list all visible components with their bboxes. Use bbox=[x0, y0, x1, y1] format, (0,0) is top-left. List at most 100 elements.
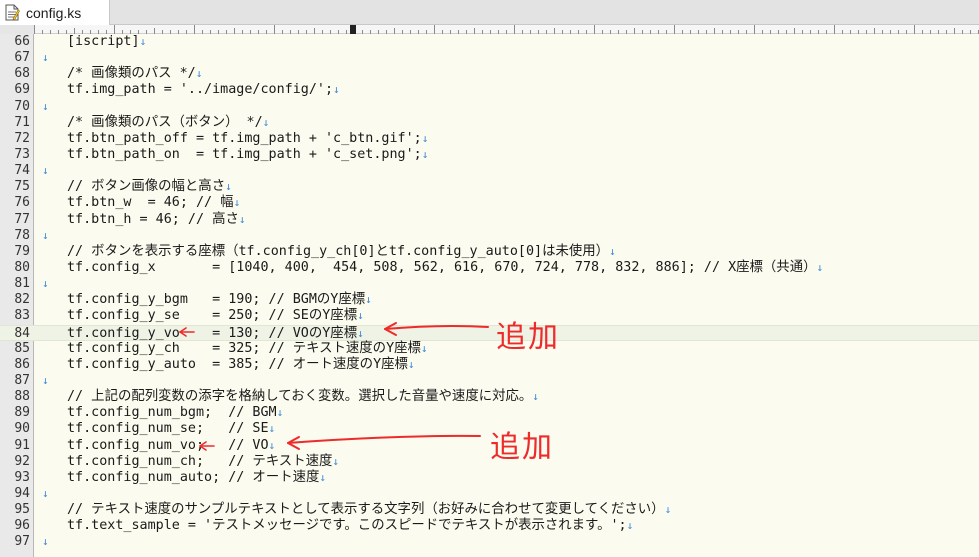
code-text[interactable]: tf.btn_w = 46; // 幅↓ bbox=[42, 195, 240, 211]
editor-area[interactable]: 66 [iscript]↓ 67 ↓ 68/* 画像類のパス */↓ 69 tf.img_p… bbox=[0, 34, 979, 557]
code-line[interactable]: 70 ↓ bbox=[0, 99, 979, 115]
code-text[interactable]: ↓ bbox=[42, 228, 49, 244]
code-line[interactable]: 76 tf.btn_w = 46; // 幅↓ bbox=[0, 195, 979, 211]
code-line[interactable]: 89 tf.config_num_bgm; // BGM↓ bbox=[0, 405, 979, 421]
code-text[interactable]: [iscript]↓ bbox=[42, 34, 146, 50]
code-text[interactable]: tf.btn_h = 46; // 高さ↓ bbox=[42, 212, 246, 228]
code-line[interactable]: 69 tf.img_path = '../image/config/';↓ bbox=[0, 82, 979, 98]
code-text[interactable]: tf.config_y_vo = 130; // VOのY座標↓ bbox=[42, 326, 364, 342]
code-line[interactable]: 81 ↓ bbox=[0, 276, 979, 292]
code-content: tf.config_y_vo = 130; // VOのY座標 bbox=[67, 325, 358, 341]
code-content: // ボタンを表示する座標（tf.config_y_ch[0]とtf.confi… bbox=[67, 243, 610, 259]
code-text[interactable]: // 上記の配列変数の添字を格納しておく変数。選択した音量や速度に対応。↓ bbox=[42, 389, 539, 405]
line-break-icon: ↓ bbox=[357, 309, 364, 323]
code-text[interactable]: tf.config_y_se = 250; // SEのY座標↓ bbox=[42, 308, 364, 324]
code-content: // テキスト速度のサンプルテキストとして表示する文字列（お好みに合わせて変更し… bbox=[67, 502, 665, 518]
code-line[interactable]: 67 ↓ bbox=[0, 50, 979, 66]
line-number: 95 bbox=[14, 502, 30, 518]
code-text[interactable]: ↓ bbox=[42, 276, 49, 292]
code-content: tf.config_num_auto; // オート速度 bbox=[67, 469, 320, 485]
annotation-added-1: 追加 bbox=[496, 320, 560, 355]
tab-config-ks[interactable]: config.ks bbox=[0, 0, 110, 25]
annotation-added-2: 追加 bbox=[490, 430, 554, 465]
code-line[interactable]: 96 tf.text_sample = 'テストメッセージです。このスピードでテキ… bbox=[0, 518, 979, 534]
code-line[interactable]: 74 ↓ bbox=[0, 163, 979, 179]
code-content: tf.config_num_ch; // テキスト速度 bbox=[67, 453, 333, 469]
code-content: tf.btn_h = 46; // 高さ bbox=[67, 211, 239, 227]
line-break-icon: ↓ bbox=[42, 277, 49, 291]
text-file-icon bbox=[4, 4, 20, 21]
code-text[interactable]: tf.btn_path_off = tf.img_path + 'c_btn.g… bbox=[42, 131, 428, 147]
code-line[interactable]: 79 // ボタンを表示する座標（tf.config_y_ch[0]とtf.con… bbox=[0, 244, 979, 260]
code-content: tf.btn_path_off = tf.img_path + 'c_btn.g… bbox=[67, 130, 422, 146]
code-text[interactable]: ↓ bbox=[42, 373, 49, 389]
code-line[interactable]: 75 // ボタン画像の幅と高さ↓ bbox=[0, 179, 979, 195]
code-line[interactable]: 77 tf.btn_h = 46; // 高さ↓ bbox=[0, 212, 979, 228]
code-content: /* 画像類のパス */ bbox=[67, 66, 196, 82]
line-break-icon: ↓ bbox=[42, 51, 49, 65]
code-line[interactable]: 84 tf.config_y_vo = 130; // VOのY座標↓ bbox=[0, 324, 979, 342]
code-line[interactable]: 73 tf.btn_path_on = tf.img_path + 'c_set.… bbox=[0, 147, 979, 163]
line-number: 78 bbox=[14, 227, 30, 243]
code-text[interactable]: // ボタンを表示する座標（tf.config_y_ch[0]とtf.confi… bbox=[42, 244, 616, 260]
code-text[interactable]: /* 画像類のパス */↓ bbox=[42, 66, 202, 82]
code-text[interactable]: tf.config_num_bgm; // BGM↓ bbox=[42, 405, 283, 421]
line-number: 91 bbox=[14, 437, 30, 453]
line-break-icon: ↓ bbox=[268, 422, 276, 436]
line-break-icon: ↓ bbox=[268, 438, 276, 452]
line-break-icon: ↓ bbox=[664, 503, 672, 517]
code-text[interactable]: tf.config_num_ch; // テキスト速度↓ bbox=[42, 454, 339, 470]
code-text[interactable]: ↓ bbox=[42, 486, 49, 502]
line-break-icon: ↓ bbox=[42, 486, 49, 500]
code-line[interactable]: 95 // テキスト速度のサンプルテキストとして表示する文字列（お好みに合わせて変… bbox=[0, 502, 979, 518]
code-content: tf.config_num_se; // SE bbox=[67, 421, 269, 437]
code-line[interactable]: 86 tf.config_y_auto = 385; // オート速度のY座標↓ bbox=[0, 357, 979, 373]
code-text[interactable]: tf.config_y_bgm = 190; // BGMのY座標↓ bbox=[42, 292, 372, 308]
line-number: 76 bbox=[14, 195, 30, 211]
line-number: 71 bbox=[14, 114, 30, 130]
code-text[interactable]: tf.config_num_se; // SE↓ bbox=[42, 421, 275, 437]
code-text[interactable]: tf.config_y_ch = 325; // テキスト速度のY座標↓ bbox=[42, 341, 428, 357]
line-break-icon: ↓ bbox=[262, 115, 270, 129]
code-line[interactable]: 78 ↓ bbox=[0, 228, 979, 244]
code-text[interactable]: ↓ bbox=[42, 99, 49, 115]
code-line[interactable]: 85 tf.config_y_ch = 325; // テキスト速度のY座標↓ bbox=[0, 341, 979, 357]
line-number: 90 bbox=[14, 421, 30, 437]
line-number: 68 bbox=[14, 66, 30, 82]
code-text[interactable]: tf.config_num_auto; // オート速度↓ bbox=[42, 470, 326, 486]
code-line[interactable]: 87 ↓ bbox=[0, 373, 979, 389]
code-text[interactable]: tf.btn_path_on = tf.img_path + 'c_set.pn… bbox=[42, 147, 428, 163]
ruler-cursor-marker bbox=[350, 25, 356, 34]
code-content: tf.config_num_bgm; // BGM bbox=[67, 405, 277, 421]
code-text[interactable]: tf.img_path = '../image/config/';↓ bbox=[42, 82, 340, 98]
code-line[interactable]: 80 tf.config_x = [1040, 400, 454, 508, 56… bbox=[0, 260, 979, 276]
line-number: 74 bbox=[14, 163, 30, 179]
code-text[interactable]: ↓ bbox=[42, 534, 49, 550]
code-text[interactable]: ↓ bbox=[42, 163, 49, 179]
line-number: 82 bbox=[14, 292, 30, 308]
code-line[interactable]: 72 tf.btn_path_off = tf.img_path + 'c_btn… bbox=[0, 131, 979, 147]
code-line[interactable]: 97 ↓ bbox=[0, 534, 979, 550]
code-text[interactable]: tf.config_num_vo; // VO↓ bbox=[42, 438, 275, 454]
code-line[interactable]: 94 ↓ bbox=[0, 486, 979, 502]
code-line[interactable]: 66 [iscript]↓ bbox=[0, 34, 979, 50]
code-line[interactable]: 68 /* 画像類のパス */↓ bbox=[0, 66, 979, 82]
line-break-icon: ↓ bbox=[626, 519, 634, 533]
code-text[interactable]: tf.config_y_auto = 385; // オート速度のY座標↓ bbox=[42, 357, 415, 373]
code-line[interactable]: 82 tf.config_y_bgm = 190; // BGMのY座標↓ bbox=[0, 292, 979, 308]
code-text[interactable]: tf.config_x = [1040, 400, 454, 508, 562,… bbox=[42, 260, 823, 276]
code-text[interactable]: // テキスト速度のサンプルテキストとして表示する文字列（お好みに合わせて変更し… bbox=[42, 502, 671, 518]
line-number: 70 bbox=[14, 98, 30, 114]
line-break-icon: ↓ bbox=[238, 212, 246, 226]
code-text[interactable]: // ボタン画像の幅と高さ↓ bbox=[42, 179, 232, 195]
code-text[interactable]: ↓ bbox=[42, 50, 49, 66]
code-line[interactable]: 83 tf.config_y_se = 250; // SEのY座標↓ bbox=[0, 308, 979, 324]
code-lines[interactable]: 66 [iscript]↓ 67 ↓ 68/* 画像類のパス */↓ 69 tf.img_p… bbox=[0, 34, 979, 551]
code-text[interactable]: /* 画像類のパス（ボタン） */↓ bbox=[42, 115, 269, 131]
line-break-icon: ↓ bbox=[42, 164, 49, 178]
code-line[interactable]: 88 // 上記の配列変数の添字を格納しておく変数。選択した音量や速度に対応。↓ bbox=[0, 389, 979, 405]
code-text[interactable]: tf.text_sample = 'テストメッセージです。このスピードでテキスト… bbox=[42, 518, 633, 534]
code-line[interactable]: 93 tf.config_num_auto; // オート速度↓ bbox=[0, 470, 979, 486]
line-number: 93 bbox=[14, 469, 30, 485]
code-line[interactable]: 71 /* 画像類のパス（ボタン） */↓ bbox=[0, 115, 979, 131]
